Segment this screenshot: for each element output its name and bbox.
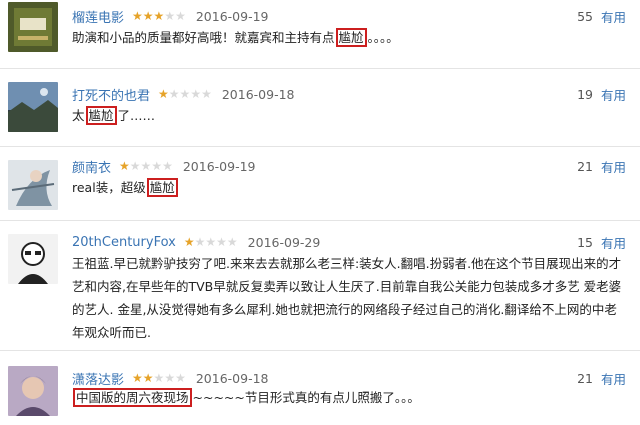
star-empty-icon: ★ <box>216 235 227 249</box>
review-text-part: real装，超级 <box>72 180 146 195</box>
review-meta: 潇落达影 ★ ★ ★ ★ ★ 2016-09-18 <box>72 368 269 388</box>
portrait-avatar <box>8 366 58 416</box>
review-text-part: ~~~~~节目形式真的有点儿照搬了。。。 <box>192 390 420 405</box>
star-full-icon: ★ <box>132 371 143 385</box>
star-empty-icon: ★ <box>205 235 217 249</box>
review-meta: 打死不的也君 ★ ★ ★ ★ ★ 2016-09-18 <box>72 84 295 104</box>
star-empty-icon: ★ <box>190 87 202 101</box>
star-full-icon: ★ <box>142 9 154 23</box>
review-text-line: 艺和内容,在早些年的TVB早就反复卖弄以致让人生厌了.目前靠自我公关能力包装成多… <box>72 279 622 294</box>
star-empty-icon: ★ <box>129 159 141 173</box>
illustrated-figure-avatar <box>8 160 58 210</box>
review-text-line: 的艺人. 金星,从没觉得她有多么犀利.她也就把流行的网络段子经过自己的消化.翻译… <box>72 302 617 317</box>
avatar[interactable] <box>8 2 58 52</box>
username-link[interactable]: 潇落达影 <box>72 369 124 388</box>
star-empty-icon: ★ <box>162 159 173 173</box>
review-date: 2016-09-19 <box>182 158 256 174</box>
review-date: 2016-09-29 <box>247 234 321 250</box>
vote-count: 21 <box>577 158 593 174</box>
useful-link[interactable]: 有用 <box>601 157 626 176</box>
review-text: 王祖蓝.早已就黔驴技穷了吧.来来去去就那么老三样:装女人.翻唱.扮弱者.他在这个… <box>72 252 632 344</box>
star-empty-icon: ★ <box>168 87 180 101</box>
highlight-box: 尴尬 <box>85 106 117 125</box>
review-meta: 颜南衣 ★ ★ ★ ★ ★ 2016-09-19 <box>72 156 256 176</box>
star-empty-icon: ★ <box>179 87 191 101</box>
star-full-icon: ★ <box>158 87 169 101</box>
review-meta: 20thCenturyFox ★ ★ ★ ★ ★ 2016-09-29 <box>72 232 320 252</box>
review-date: 2016-09-18 <box>221 86 295 102</box>
divider <box>0 146 640 147</box>
landscape-avatar <box>8 82 58 132</box>
useful-link[interactable]: 有用 <box>601 85 626 104</box>
highlight-box: 中国版的周六夜现场 <box>73 388 192 407</box>
review-text-line: 王祖蓝.早已就黔驴技穷了吧.来来去去就那么老三样:装女人.翻唱.扮弱者.他在这个… <box>72 256 622 271</box>
divider <box>0 220 640 221</box>
star-empty-icon: ★ <box>164 9 176 23</box>
star-empty-icon: ★ <box>140 159 152 173</box>
username-link[interactable]: 榴莲电影 <box>72 7 124 26</box>
review-text-part: 了…… <box>117 108 156 123</box>
star-rating: ★ ★ ★ ★ ★ <box>184 235 238 249</box>
avatar[interactable] <box>8 366 58 416</box>
star-full-icon: ★ <box>119 159 130 173</box>
star-rating: ★ ★ ★ ★ ★ <box>132 371 186 385</box>
review-text-part: 。。。。 <box>367 30 399 45</box>
star-empty-icon: ★ <box>201 87 212 101</box>
vote-area: 15 有用 <box>577 232 626 252</box>
review-date: 2016-09-18 <box>195 370 269 386</box>
highlight-box: 尴尬 <box>146 178 178 197</box>
star-rating: ★ ★ ★ ★ ★ <box>132 9 186 23</box>
username-link[interactable]: 20thCenturyFox <box>72 235 176 250</box>
star-full-icon: ★ <box>153 9 165 23</box>
vote-count: 19 <box>577 86 593 102</box>
review-text: 中国版的周六夜现场 ~~~~~节目形式真的有点儿照搬了。。。 <box>72 388 632 408</box>
star-rating: ★ ★ ★ ★ ★ <box>158 87 212 101</box>
star-empty-icon: ★ <box>151 159 163 173</box>
avatar[interactable] <box>8 160 58 210</box>
review-text-line: 年观众听而已. <box>72 325 151 340</box>
cartoon-avatar <box>8 234 58 284</box>
vote-area: 21 有用 <box>577 156 626 176</box>
vote-area: 19 有用 <box>577 84 626 104</box>
vote-count: 55 <box>577 8 593 24</box>
vote-count: 21 <box>577 370 593 386</box>
star-full-icon: ★ <box>142 371 154 385</box>
star-full-icon: ★ <box>183 235 195 249</box>
review-text-part: 助演和小品的质量都好高哦！就嘉宾和主持有点 <box>72 30 335 45</box>
star-rating: ★ ★ ★ ★ ★ <box>119 159 173 173</box>
review-text: 太尴尬 了…… <box>72 106 632 126</box>
vote-area: 55 有用 <box>577 6 626 26</box>
avatar[interactable] <box>8 82 58 132</box>
divider <box>0 350 640 351</box>
review-text: 助演和小品的质量都好高哦！就嘉宾和主持有点 尴尬。。。。 <box>72 28 632 48</box>
review-meta: 榴莲电影 ★ ★ ★ ★ ★ 2016-09-19 <box>72 6 269 26</box>
divider <box>0 68 640 69</box>
useful-link[interactable]: 有用 <box>601 233 626 252</box>
highlight-box: 尴尬 <box>335 28 367 47</box>
vote-area: 21 有用 <box>577 368 626 388</box>
review-text-part: 太 <box>72 108 85 123</box>
movie-poster-avatar <box>8 2 58 52</box>
review-date: 2016-09-19 <box>195 8 269 24</box>
username-link[interactable]: 打死不的也君 <box>72 85 150 104</box>
vote-count: 15 <box>577 234 593 250</box>
useful-link[interactable]: 有用 <box>601 7 626 26</box>
star-empty-icon: ★ <box>226 235 238 249</box>
star-empty-icon: ★ <box>153 371 165 385</box>
useful-link[interactable]: 有用 <box>601 369 626 388</box>
star-full-icon: ★ <box>132 9 143 23</box>
star-empty-icon: ★ <box>175 371 186 385</box>
star-empty-icon: ★ <box>164 371 176 385</box>
star-empty-icon: ★ <box>194 235 206 249</box>
avatar[interactable] <box>8 234 58 284</box>
username-link[interactable]: 颜南衣 <box>72 157 111 176</box>
star-empty-icon: ★ <box>175 9 186 23</box>
review-text: real装，超级 尴尬 <box>72 178 632 198</box>
